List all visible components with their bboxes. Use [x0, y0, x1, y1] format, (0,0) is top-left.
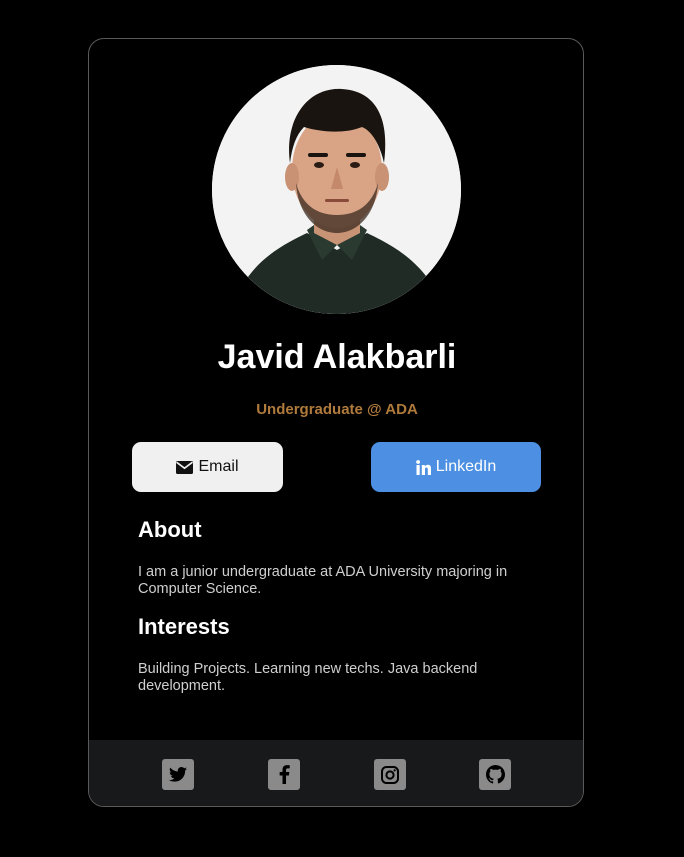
github-icon — [485, 765, 505, 784]
profile-card: Javid Alakbarli Undergraduate @ ADA Emai… — [88, 38, 584, 807]
interests-heading: Interests — [138, 614, 230, 639]
linkedin-button[interactable]: LinkedIn — [371, 442, 541, 492]
facebook-link[interactable] — [268, 759, 300, 790]
instagram-link[interactable] — [374, 759, 406, 790]
social-footer — [89, 740, 583, 806]
facebook-icon — [279, 765, 290, 784]
email-button-label: Email — [198, 458, 239, 475]
interests-text: Building Projects. Learning new techs. J… — [138, 661, 478, 694]
email-button[interactable]: Email — [132, 442, 283, 492]
profile-photo-image — [212, 65, 461, 314]
twitter-link[interactable] — [162, 759, 194, 790]
profile-subtitle: Undergraduate @ ADA — [256, 401, 418, 418]
profile-photo — [212, 65, 461, 314]
twitter-icon — [169, 767, 187, 782]
github-link[interactable] — [479, 759, 511, 790]
envelope-icon — [176, 460, 194, 474]
about-heading: About — [138, 517, 202, 542]
profile-name: Javid Alakbarli — [217, 338, 457, 376]
linkedin-button-label: LinkedIn — [435, 458, 497, 475]
instagram-icon — [381, 765, 399, 784]
linkedin-icon — [415, 459, 431, 475]
about-text: I am a junior undergraduate at ADA Unive… — [138, 564, 508, 597]
